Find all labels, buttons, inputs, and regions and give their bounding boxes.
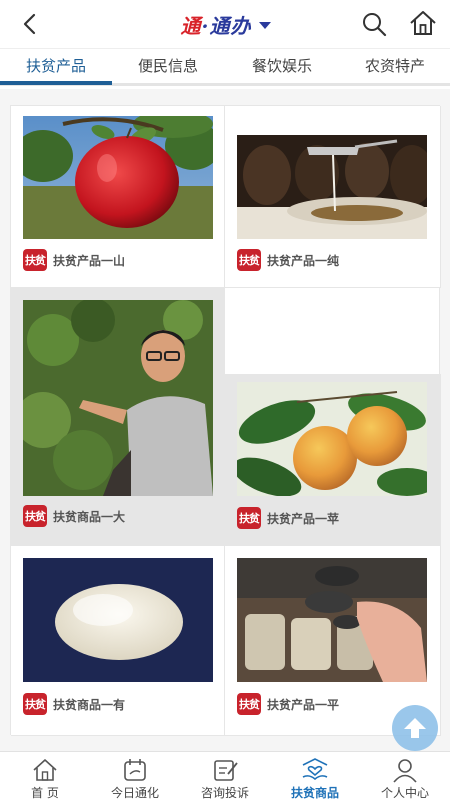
person-icon <box>393 759 417 783</box>
calendar-icon <box>124 759 146 781</box>
nav-poverty-goods-label: 扶贫商品 <box>290 786 339 800</box>
product-label: 扶贫 扶贫商品一有 <box>23 692 125 716</box>
product-title: 扶贫产品一苹 <box>267 511 340 526</box>
product-grid: 扶贫 扶贫产品一山 扶贫 扶贫产品一纯 扶贫 扶贫商品一大 扶贫 扶贫产品一苹 … <box>10 105 441 736</box>
tab-active-indicator <box>0 81 112 85</box>
product-title: 扶贫商品一有 <box>53 697 126 712</box>
product-title: 扶贫产品一山 <box>53 253 126 268</box>
nav-today[interactable]: 今日通化 <box>90 752 180 801</box>
product-card[interactable]: 扶贫 扶贫商品一大 <box>11 288 225 546</box>
nav-complaint-label: 咨询投诉 <box>200 786 249 800</box>
tab-agri-specialties[interactable]: 农资特产 <box>340 49 450 84</box>
pears-on-tree-photo <box>237 382 427 496</box>
poverty-relief-seal-icon: 扶贫 <box>237 249 261 271</box>
product-label: 扶贫 扶贫产品一纯 <box>237 248 339 272</box>
product-card[interactable]: 扶贫 扶贫产品一山 <box>11 106 225 288</box>
product-label: 扶贫 扶贫产品一苹 <box>237 506 339 530</box>
nav-profile[interactable]: 个人中心 <box>360 752 450 801</box>
home-icon <box>33 759 57 781</box>
mushrooms-photo <box>237 558 427 682</box>
edit-icon <box>214 760 238 781</box>
product-label: 扶贫 扶贫产品一平 <box>237 692 339 716</box>
app-header: 通·通办 <box>0 0 450 48</box>
product-label: 扶贫 扶贫商品一大 <box>23 504 125 528</box>
nav-poverty-goods[interactable]: 扶贫商品 <box>270 752 360 801</box>
chevron-left-icon[interactable] <box>16 10 44 38</box>
scroll-to-top-button[interactable] <box>392 705 438 751</box>
tab-poverty-products[interactable]: 扶贫产品 <box>0 49 112 84</box>
nav-home-label: 首 页 <box>31 786 59 800</box>
tab-convenience-info[interactable]: 便民信息 <box>112 49 224 84</box>
nav-profile-label: 个人中心 <box>380 786 429 800</box>
app-logo: 通·通办 <box>181 10 252 39</box>
red-apple-photo <box>23 116 213 239</box>
bottom-navigation: 首 页 今日通化 咨询投诉 扶贫商品 个人中心 <box>0 751 450 800</box>
poverty-relief-seal-icon: 扶贫 <box>23 505 47 527</box>
logo-part2: 通办 <box>209 13 252 38</box>
logo-part1: 通 <box>180 13 202 38</box>
caret-down-icon[interactable] <box>259 22 272 29</box>
product-label: 扶贫 扶贫产品一山 <box>23 248 125 272</box>
nav-home[interactable]: 首 页 <box>0 752 90 801</box>
tab-dining-entertainment[interactable]: 餐饮娱乐 <box>224 49 340 84</box>
liquor-jars-photo <box>237 135 427 239</box>
product-card[interactable]: 扶贫 扶贫产品一苹 <box>225 374 441 546</box>
product-card[interactable]: 扶贫 扶贫商品一有 <box>11 546 225 736</box>
poverty-relief-seal-icon: 扶贫 <box>23 249 47 271</box>
product-card[interactable]: 扶贫 扶贫产品一纯 <box>225 106 441 288</box>
poverty-relief-seal-icon: 扶贫 <box>237 693 261 715</box>
product-title: 扶贫商品一大 <box>53 509 126 524</box>
hands-heart-icon <box>302 758 328 781</box>
search-icon[interactable] <box>360 10 388 38</box>
rice-pile-photo <box>23 558 213 682</box>
arrow-up-icon <box>404 718 426 738</box>
app-logo-switcher[interactable]: 通·通办 <box>156 8 296 40</box>
nav-complaint[interactable]: 咨询投诉 <box>180 752 270 801</box>
product-title: 扶贫产品一平 <box>267 697 340 712</box>
category-tabs: 扶贫产品 便民信息 餐饮娱乐 农资特产 <box>0 48 450 86</box>
poverty-relief-seal-icon: 扶贫 <box>237 507 261 529</box>
home-icon[interactable] <box>408 8 438 38</box>
product-list-area: 扶贫 扶贫产品一山 扶贫 扶贫产品一纯 扶贫 扶贫商品一大 扶贫 扶贫产品一苹 … <box>0 89 450 751</box>
nav-today-label: 今日通化 <box>110 786 159 800</box>
poverty-relief-seal-icon: 扶贫 <box>23 693 47 715</box>
man-in-orchard-photo <box>23 300 213 496</box>
product-title: 扶贫产品一纯 <box>267 253 340 268</box>
